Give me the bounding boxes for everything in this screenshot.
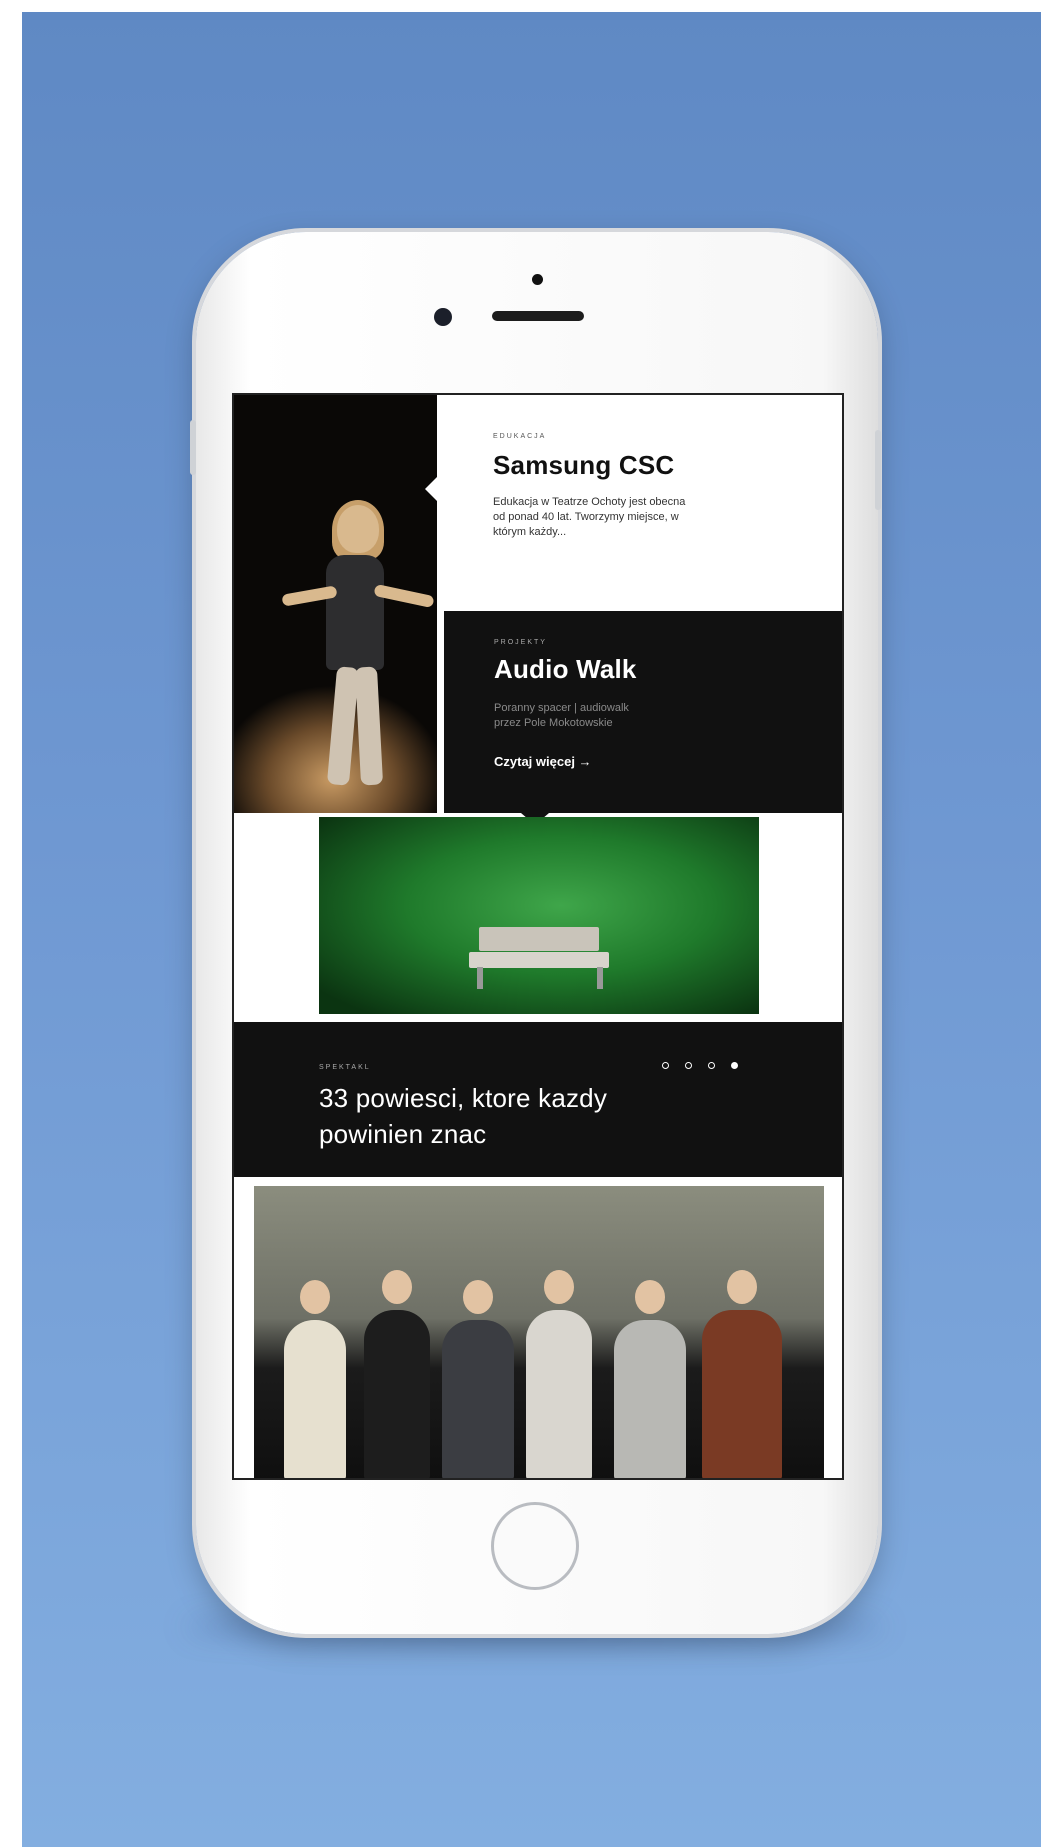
performer-leg [326,666,360,786]
read-more-link[interactable]: Czytaj więcej → [494,754,592,769]
cast-member [614,1280,686,1478]
desc-line: Edukacja w Teatrze Ochoty jest obecna [493,496,686,508]
card-title: Samsung CSC [493,450,675,480]
power-button [875,430,881,510]
desc-line: przez Pole Mokotowskie [494,717,613,729]
cast-member [526,1270,592,1478]
card-eyebrow: PROJEKTY [494,639,547,646]
cast-member [442,1280,514,1478]
cast-photo[interactable] [254,1186,824,1478]
section-title: 33 powiesci, ktore kazdy powinien znac [319,1080,607,1152]
sensor-dot [532,274,543,285]
volume-button [190,420,196,475]
card-description: Poranny spacer | audiowalk przez Pole Mo… [494,701,629,731]
card-title: Audio Walk [494,654,637,684]
carousel-dot[interactable] [685,1062,692,1069]
carousel-dots [662,1062,738,1069]
bench-photo[interactable] [319,817,759,1014]
title-line: powinien znac [319,1119,487,1149]
desc-line: którym każdy... [493,526,567,538]
performer-body [326,555,384,670]
carousel-dot-active[interactable] [731,1062,738,1069]
cast-member [284,1280,346,1478]
card-pointer [425,477,437,501]
desc-line: od ponad 40 lat. Tworzymy miejsce, w [493,511,679,523]
cast-member [702,1270,782,1478]
title-line: 33 powiesci, ktore kazdy [319,1083,608,1113]
performer-photo [234,395,437,813]
section-eyebrow: SPEKTAKL [319,1064,371,1071]
spektakl-section[interactable]: SPEKTAKL 33 powiesci, ktore kazdy powini… [234,1022,842,1177]
earpiece-speaker [492,311,584,321]
bench-leg [477,967,483,989]
card-description: Edukacja w Teatrze Ochoty jest obecna od… [493,495,685,540]
front-camera [434,308,452,326]
bench-leg [597,967,603,989]
cast-member [364,1270,430,1478]
home-button[interactable] [491,1502,579,1590]
card-eyebrow: EDUKACJA [493,433,547,440]
performer-head [337,505,379,553]
bench-seat [469,952,609,968]
performer-leg [354,666,384,786]
bench-back [479,927,599,951]
card-edukacja[interactable]: EDUKACJA Samsung CSC Edukacja w Teatrze … [425,395,842,607]
carousel-dot[interactable] [662,1062,669,1069]
app-screen: EDUKACJA Samsung CSC Edukacja w Teatrze … [232,393,844,1480]
carousel-dot[interactable] [708,1062,715,1069]
desc-line: Poranny spacer | audiowalk [494,702,629,714]
card-projekty[interactable]: PROJEKTY Audio Walk Poranny spacer | aud… [444,611,842,825]
